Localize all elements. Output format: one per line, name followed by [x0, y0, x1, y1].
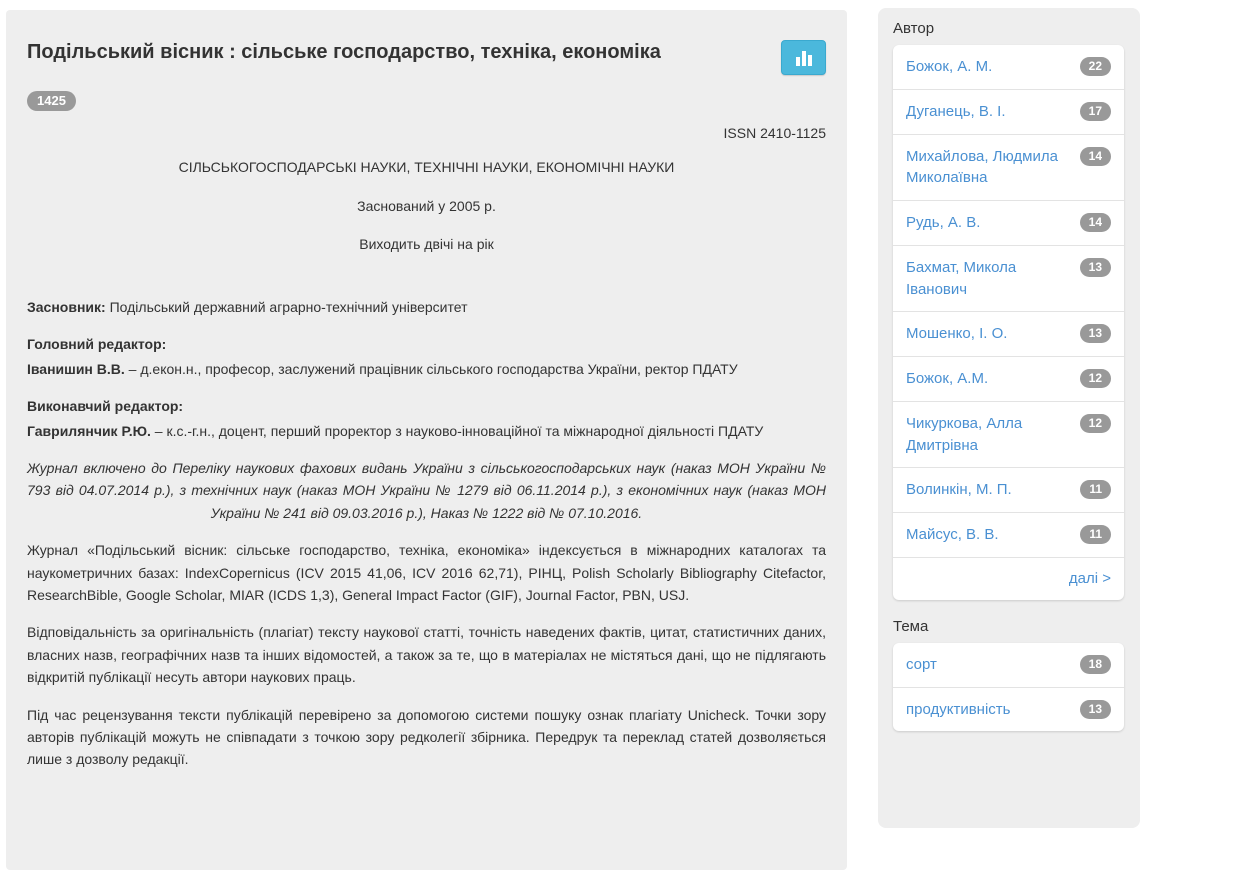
author-link[interactable]: Божок, А.М.: [906, 368, 988, 390]
journal-description: Засновник: Подільський державний аграрно…: [27, 296, 826, 771]
theme-row[interactable]: сорт 18: [893, 643, 1124, 687]
author-row[interactable]: Дуганець, В. І. 17: [893, 89, 1124, 134]
author-row[interactable]: Божок, А. М. 22: [893, 45, 1124, 89]
founder-value: Подільський державний аграрно-технічний …: [106, 299, 468, 315]
sciences-line: СІЛЬСЬКОГОСПОДАРСЬКІ НАУКИ, ТЕХНІЧНІ НАУ…: [27, 157, 826, 179]
author-more-row[interactable]: далі >: [893, 557, 1124, 600]
statistics-button[interactable]: [781, 40, 826, 75]
bar-chart-icon: [796, 50, 812, 66]
author-row[interactable]: Чикуркова, Алла Дмитрівна 12: [893, 401, 1124, 468]
founder-label: Засновник:: [27, 299, 106, 315]
chief-editor-paragraph: Іванишин В.В. – д.екон.н., професор, зас…: [27, 358, 826, 380]
author-link[interactable]: Михайлова, Людмила Миколаївна: [906, 146, 1074, 190]
journal-subtitle-block: СІЛЬСЬКОГОСПОДАРСЬКІ НАУКИ, ТЕХНІЧНІ НАУ…: [27, 157, 826, 256]
journal-detail-panel: Подільський вісник : сільське господарст…: [6, 10, 847, 870]
exec-editor-paragraph: Гаврилянчик Р.Ю. – к.с.-г.н., доцент, пе…: [27, 420, 826, 442]
author-count-badge: 14: [1080, 147, 1111, 166]
chief-editor-desc: – д.екон.н., професор, заслужений праців…: [125, 361, 738, 377]
theme-count-badge: 13: [1080, 700, 1111, 719]
indexing-paragraph: Журнал «Подільський вісник: сільське гос…: [27, 539, 826, 606]
author-link[interactable]: Дуганець, В. І.: [906, 101, 1006, 123]
chief-editor-name: Іванишин В.В.: [27, 361, 125, 377]
author-count-badge: 12: [1080, 414, 1111, 433]
facet-title-author: Автор: [893, 20, 1124, 37]
author-row[interactable]: Михайлова, Людмила Миколаївна 14: [893, 134, 1124, 201]
author-row[interactable]: Бахмат, Микола Іванович 13: [893, 245, 1124, 312]
author-link[interactable]: Божок, А. М.: [906, 56, 992, 78]
author-link[interactable]: Чикуркова, Алла Дмитрівна: [906, 413, 1074, 457]
exec-editor-label: Виконавчий редактор:: [27, 395, 826, 417]
theme-link[interactable]: сорт: [906, 654, 937, 676]
author-link[interactable]: Майсус, В. В.: [906, 524, 999, 546]
accreditation-paragraph: Журнал включено до Переліку наукових фах…: [27, 457, 826, 524]
exec-editor-desc: – к.с.-г.н., доцент, перший проректор з …: [151, 423, 763, 439]
author-count-badge: 22: [1080, 57, 1111, 76]
author-row[interactable]: Божок, А.М. 12: [893, 356, 1124, 401]
page-title: Подільський вісник : сільське господарст…: [27, 40, 661, 64]
theme-count-badge: 18: [1080, 655, 1111, 674]
records-count-badge: 1425: [27, 91, 76, 111]
author-count-badge: 11: [1080, 525, 1111, 544]
theme-facet-card: сорт 18 продуктивність 13: [893, 643, 1124, 732]
founded-line: Заснований у 2005 р.: [27, 196, 826, 218]
author-count-badge: 14: [1080, 213, 1111, 232]
frequency-line: Виходить двічі на рік: [27, 234, 826, 256]
author-row[interactable]: Рудь, А. В. 14: [893, 200, 1124, 245]
author-link[interactable]: Бахмат, Микола Іванович: [906, 257, 1074, 301]
author-facet-card: Божок, А. М. 22 Дуганець, В. І. 17 Михай…: [893, 45, 1124, 600]
author-row[interactable]: Майсус, В. В. 11: [893, 512, 1124, 557]
author-count-badge: 12: [1080, 369, 1111, 388]
author-link[interactable]: Волинкін, М. П.: [906, 479, 1012, 501]
title-row: Подільський вісник : сільське господарст…: [27, 40, 826, 75]
facets-sidebar: Автор Божок, А. М. 22 Дуганець, В. І. 17…: [878, 8, 1140, 828]
author-count-badge: 17: [1080, 102, 1111, 121]
issn-label: ISSN 2410-1125: [27, 125, 826, 141]
author-row[interactable]: Мошенко, І. О. 13: [893, 311, 1124, 356]
chief-editor-label: Головний редактор:: [27, 333, 826, 355]
author-count-badge: 13: [1080, 324, 1111, 343]
author-link[interactable]: Рудь, А. В.: [906, 212, 980, 234]
exec-editor-name: Гаврилянчик Р.Ю.: [27, 423, 151, 439]
responsibility-paragraph: Відповідальність за оригінальність (плаг…: [27, 621, 826, 688]
facet-title-theme: Тема: [893, 618, 1124, 635]
author-row[interactable]: Волинкін, М. П. 11: [893, 467, 1124, 512]
theme-link[interactable]: продуктивність: [906, 699, 1010, 721]
author-link[interactable]: Мошенко, І. О.: [906, 323, 1007, 345]
review-paragraph: Під час рецензування тексти публікацій п…: [27, 704, 826, 771]
author-count-badge: 13: [1080, 258, 1111, 277]
founder-paragraph: Засновник: Подільський державний аграрно…: [27, 296, 826, 318]
theme-row[interactable]: продуктивність 13: [893, 687, 1124, 732]
author-more-link[interactable]: далі >: [1069, 570, 1111, 587]
author-count-badge: 11: [1080, 480, 1111, 499]
